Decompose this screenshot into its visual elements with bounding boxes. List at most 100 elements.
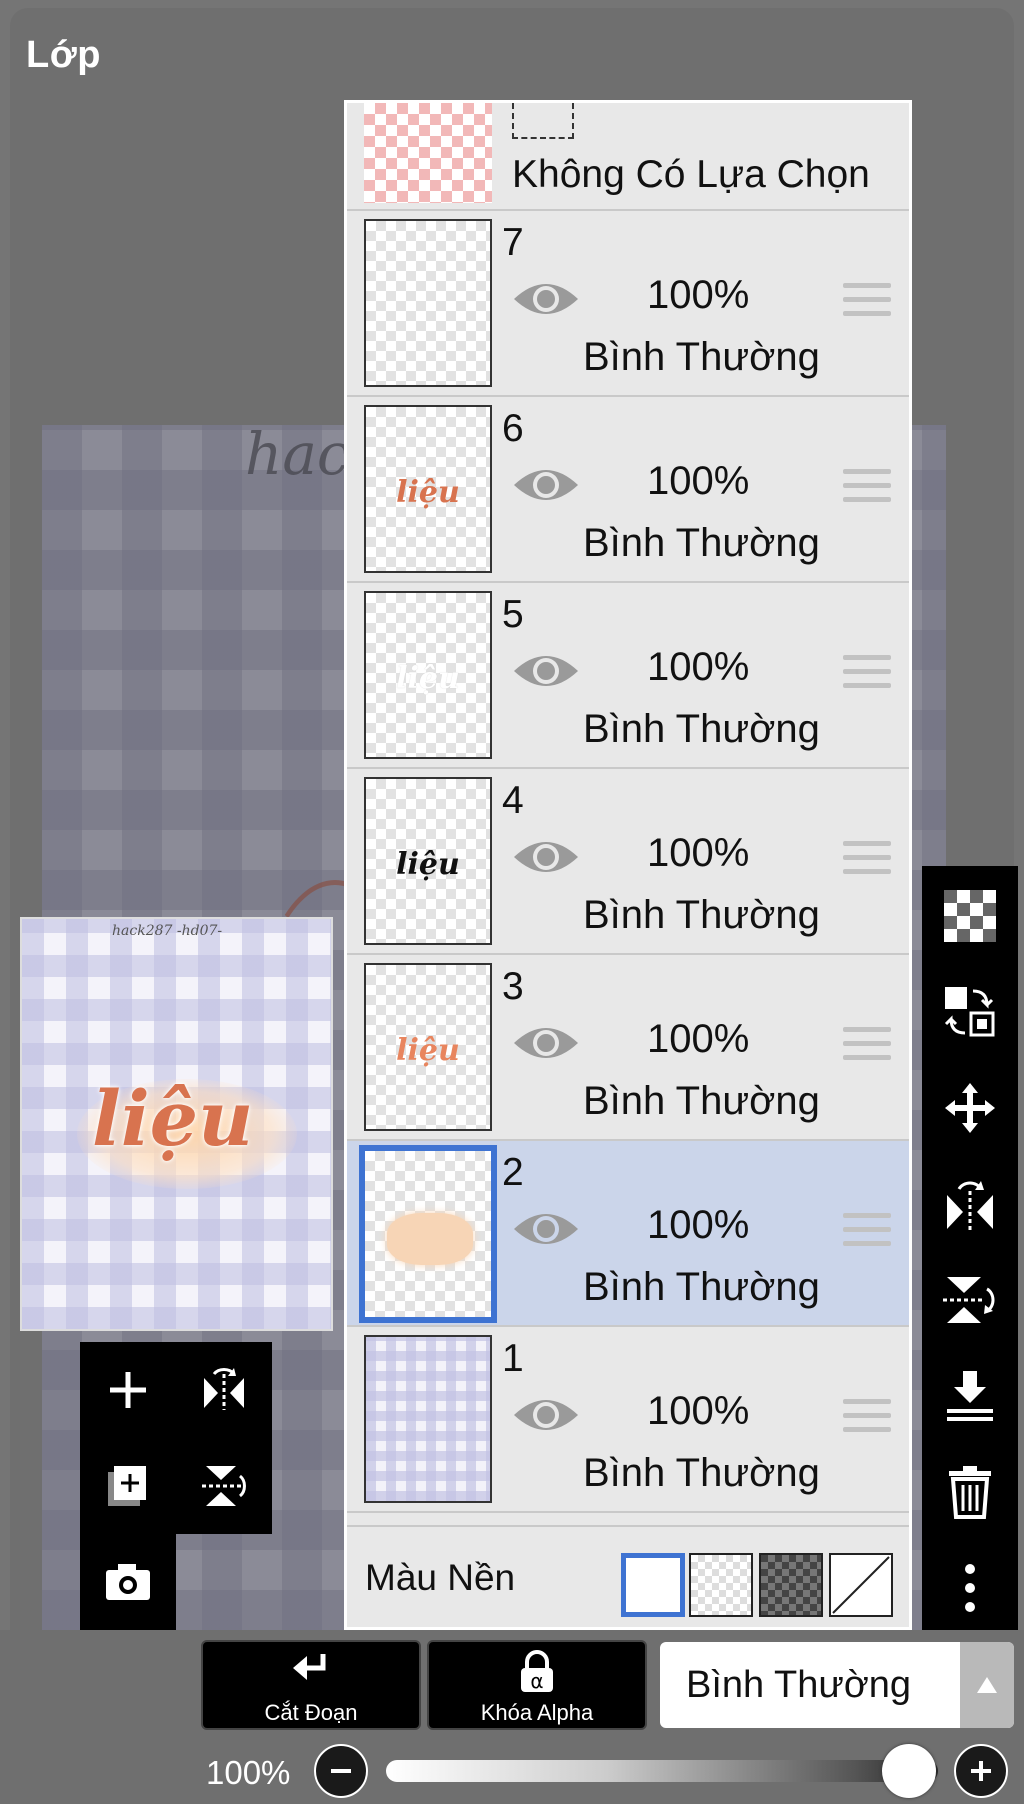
opacity-decrease-button[interactable] (314, 1744, 368, 1798)
flip-vertical-icon (202, 1466, 246, 1506)
thumbnail-word: liệu (396, 1033, 460, 1068)
layer-blend-mode: Bình Thường (583, 1079, 820, 1123)
move-button[interactable] (922, 1060, 1018, 1156)
selection-row[interactable]: Không Có Lựa Chọn (347, 103, 909, 211)
flip-vertical-button[interactable] (922, 1252, 1018, 1348)
more-options-button[interactable] (922, 1540, 1018, 1636)
drag-handle-icon[interactable] (843, 469, 891, 507)
selection-marquee-icon (512, 103, 574, 139)
layer-row-4[interactable]: liệu 4 100% Bình Thường (347, 769, 909, 955)
layer-thumbnail (359, 1145, 497, 1323)
layer-thumbnail: liệu (364, 963, 492, 1131)
canvas-preview[interactable]: hack287 -hd07- liệu (20, 917, 333, 1331)
flip-horizontal-button[interactable] (922, 1156, 1018, 1252)
clipping-label: Cắt Đoạn (264, 1700, 358, 1725)
thumbnail-plaid (366, 1337, 490, 1501)
bottom-bar: Cắt Đoạn α Khóa Alpha Bình Thường 100% (0, 1630, 1024, 1804)
layer-number: 3 (502, 965, 524, 1008)
layer-row-2[interactable]: 2 100% Bình Thường (347, 1141, 909, 1327)
layer-opacity: 100% (647, 645, 750, 689)
alpha-lock-icon: α (521, 1650, 553, 1693)
layer-blend-mode: Bình Thường (583, 893, 820, 937)
clipping-button[interactable]: Cắt Đoạn (201, 1640, 421, 1730)
layer-blend-mode: Bình Thường (583, 335, 820, 379)
triangle-up-icon (977, 1677, 997, 1693)
bg-swatch-white[interactable] (621, 1553, 685, 1617)
drag-handle-icon[interactable] (843, 1027, 891, 1065)
layer-number: 7 (502, 221, 524, 264)
alpha-lock-label: Khóa Alpha (480, 1700, 594, 1725)
layer-blend-mode: Bình Thường (583, 1451, 820, 1495)
clipping-arrow-icon (293, 1654, 326, 1680)
layer-row-6[interactable]: liệu 6 100% Bình Thường (347, 397, 909, 583)
merge-down-icon (947, 1371, 993, 1421)
no-background-icon (832, 1556, 890, 1614)
visibility-eye-icon[interactable] (512, 1393, 580, 1437)
layer-thumbnail (364, 219, 492, 387)
flip-vertical-icon (943, 1277, 995, 1323)
visibility-eye-icon[interactable] (512, 463, 580, 507)
layer-row-5[interactable]: liệu 5 100% Bình Thường (347, 583, 909, 769)
alpha-lock-button[interactable]: α Khóa Alpha (427, 1640, 647, 1730)
layer-number: 1 (502, 1337, 524, 1380)
layer-number: 4 (502, 779, 524, 822)
visibility-eye-icon[interactable] (512, 277, 580, 321)
page-title: Lớp (26, 34, 101, 76)
drag-handle-icon[interactable] (843, 655, 891, 693)
bg-swatch-transparent-light[interactable] (689, 1553, 753, 1617)
bg-swatch-transparent-dark[interactable] (759, 1553, 823, 1617)
right-toolbar (922, 866, 1018, 1630)
svg-text:α: α (530, 1669, 543, 1693)
layer-row-7[interactable]: 7 100% Bình Thường (347, 211, 909, 397)
camera-button[interactable] (80, 1534, 176, 1630)
selection-thumbnail (364, 103, 492, 203)
opacity-slider-thumb[interactable] (882, 1744, 936, 1798)
add-layer-button[interactable] (80, 1342, 176, 1438)
flip-horizontal-icon (947, 1181, 993, 1231)
plus-icon (110, 1372, 146, 1408)
drag-handle-icon[interactable] (843, 283, 891, 321)
plus-icon (971, 1761, 991, 1781)
drag-handle-icon[interactable] (843, 841, 891, 879)
blend-mode-select[interactable]: Bình Thường (660, 1642, 1014, 1728)
visibility-eye-icon[interactable] (512, 1021, 580, 1065)
opacity-slider[interactable] (386, 1760, 938, 1782)
visibility-eye-icon[interactable] (512, 1207, 580, 1251)
visibility-eye-icon[interactable] (512, 649, 580, 693)
layer-number: 6 (502, 407, 524, 450)
opacity-increase-button[interactable] (954, 1744, 1008, 1798)
thumbnail-word: liệu (396, 847, 460, 882)
transparency-button[interactable] (922, 868, 1018, 964)
flip-vertical-button[interactable] (176, 1438, 272, 1534)
layers-list[interactable]: Không Có Lựa Chọn 7 100% Bình Thường liệ… (347, 103, 909, 1525)
drag-handle-icon[interactable] (843, 1213, 891, 1251)
background-color-label: Màu Nền (365, 1557, 516, 1598)
layer-opacity: 100% (647, 1203, 750, 1247)
left-tool-panel (80, 1342, 272, 1534)
background-color-row: Màu Nền (347, 1525, 909, 1627)
layer-number: 2 (502, 1151, 524, 1194)
visibility-eye-icon[interactable] (512, 835, 580, 879)
duplicate-layer-button[interactable] (80, 1438, 176, 1534)
layer-opacity: 100% (647, 831, 750, 875)
merge-down-button[interactable] (922, 1348, 1018, 1444)
flip-horizontal-button[interactable] (176, 1342, 272, 1438)
layer-row-3[interactable]: liệu 3 100% Bình Thường (347, 955, 909, 1141)
layers-panel: Không Có Lựa Chọn 7 100% Bình Thường liệ… (344, 100, 912, 1630)
thumbnail-word: liệu (396, 661, 460, 696)
layer-opacity: 100% (647, 273, 750, 317)
delete-layer-button[interactable] (922, 1444, 1018, 1540)
minus-icon (331, 1769, 351, 1773)
swap-layers-button[interactable] (922, 964, 1018, 1060)
layer-row-1[interactable]: 1 100% Bình Thường (347, 1327, 909, 1513)
drag-handle-icon[interactable] (843, 1399, 891, 1437)
layer-thumbnail: liệu (364, 591, 492, 759)
layer-blend-mode: Bình Thường (583, 1265, 820, 1309)
layer-thumbnail (364, 1335, 492, 1503)
trash-icon (949, 1466, 991, 1519)
blend-mode-dropdown[interactable] (960, 1642, 1014, 1728)
bg-swatch-none[interactable] (829, 1553, 893, 1617)
selection-label: Không Có Lựa Chọn (512, 153, 870, 196)
preview-word: liệu (92, 1074, 254, 1163)
layer-thumbnail: liệu (364, 405, 492, 573)
